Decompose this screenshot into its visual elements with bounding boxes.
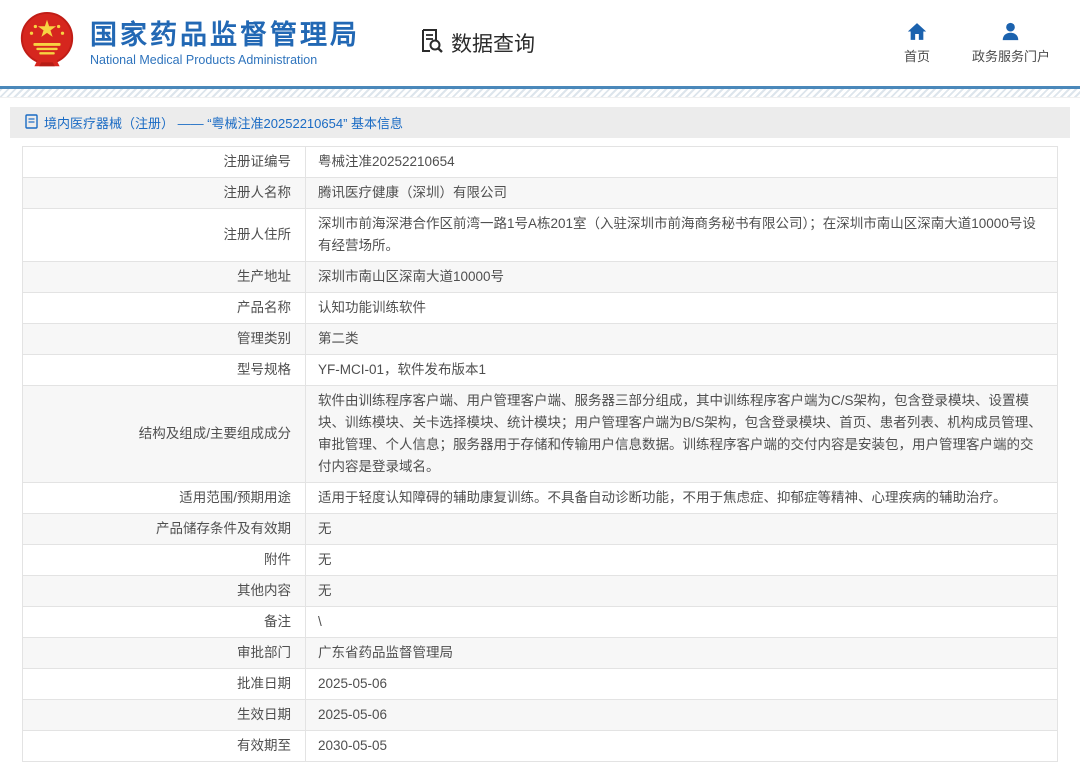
breadcrumb[interactable]: 境内医疗器械（注册） —— “粤械注准20252210654” 基本信息 [10, 107, 1070, 138]
nav-home-label: 首页 [904, 46, 930, 65]
field-label: 注册证编号 [23, 147, 306, 178]
field-value: 无 [306, 576, 1058, 607]
table-row: 附件无 [23, 545, 1058, 576]
field-value: YF-MCI-01，软件发布版本1 [306, 355, 1058, 386]
table-row: 批准日期2025-05-06 [23, 669, 1058, 700]
field-label: 批准日期 [23, 669, 306, 700]
brand-block: 国家药品监督管理局 National Medical Products Admi… [90, 20, 360, 67]
page-header: 国家药品监督管理局 National Medical Products Admi… [0, 0, 1080, 86]
document-icon [25, 114, 38, 132]
breadcrumb-text: 境内医疗器械（注册） —— “粤械注准20252210654” 基本信息 [44, 113, 403, 132]
field-label: 生效日期 [23, 700, 306, 731]
info-table-body: 注册证编号粤械注准20252210654注册人名称腾讯医疗健康（深圳）有限公司注… [23, 147, 1058, 762]
field-label: 其他内容 [23, 576, 306, 607]
table-row: 适用范围/预期用途适用于轻度认知障碍的辅助康复训练。不具备自动诊断功能，不用于焦… [23, 483, 1058, 514]
field-label: 产品名称 [23, 293, 306, 324]
table-row: 审批部门广东省药品监督管理局 [23, 638, 1058, 669]
field-value: 深圳市南山区深南大道10000号 [306, 262, 1058, 293]
national-emblem-logo [16, 10, 78, 77]
field-value: 第二类 [306, 324, 1058, 355]
table-row: 生效日期2025-05-06 [23, 700, 1058, 731]
field-label: 注册人名称 [23, 178, 306, 209]
table-row: 生产地址深圳市南山区深南大道10000号 [23, 262, 1058, 293]
table-row: 备注\ [23, 607, 1058, 638]
field-label: 附件 [23, 545, 306, 576]
field-value: 2030-05-05 [306, 731, 1058, 762]
data-query-title: 数据查询 [418, 27, 535, 60]
field-value: 2025-05-06 [306, 700, 1058, 731]
nav-gov-portal-label: 政务服务门户 [972, 46, 1050, 65]
field-label: 型号规格 [23, 355, 306, 386]
table-row: 注册人名称腾讯医疗健康（深圳）有限公司 [23, 178, 1058, 209]
table-row: 注册证编号粤械注准20252210654 [23, 147, 1058, 178]
table-row: 有效期至2030-05-05 [23, 731, 1058, 762]
field-value: 2025-05-06 [306, 669, 1058, 700]
site-subtitle: National Medical Products Administration [90, 53, 360, 67]
field-value: 无 [306, 514, 1058, 545]
field-value: 软件由训练程序客户端、用户管理客户端、服务器三部分组成，其中训练程序客户端为C/… [306, 386, 1058, 483]
search-document-icon [418, 27, 445, 60]
nav-home[interactable]: 首页 [904, 22, 930, 65]
home-icon [907, 22, 927, 41]
field-label: 结构及组成/主要组成成分 [23, 386, 306, 483]
field-label: 生产地址 [23, 262, 306, 293]
field-value: 粤械注准20252210654 [306, 147, 1058, 178]
nav-gov-portal[interactable]: 政务服务门户 [972, 22, 1050, 65]
registration-info-table: 注册证编号粤械注准20252210654注册人名称腾讯医疗健康（深圳）有限公司注… [22, 146, 1058, 762]
top-nav: 首页 政务服务门户 [904, 22, 1050, 65]
field-value: 无 [306, 545, 1058, 576]
user-icon [1001, 22, 1020, 41]
table-row: 其他内容无 [23, 576, 1058, 607]
field-label: 有效期至 [23, 731, 306, 762]
table-row: 产品名称认知功能训练软件 [23, 293, 1058, 324]
field-label: 审批部门 [23, 638, 306, 669]
field-label: 管理类别 [23, 324, 306, 355]
field-value: 广东省药品监督管理局 [306, 638, 1058, 669]
table-row: 结构及组成/主要组成成分软件由训练程序客户端、用户管理客户端、服务器三部分组成，… [23, 386, 1058, 483]
table-row: 型号规格YF-MCI-01，软件发布版本1 [23, 355, 1058, 386]
site-title: 国家药品监督管理局 [90, 20, 360, 50]
field-label: 适用范围/预期用途 [23, 483, 306, 514]
field-label: 备注 [23, 607, 306, 638]
data-query-label: 数据查询 [451, 28, 535, 58]
field-label: 注册人住所 [23, 209, 306, 262]
table-row: 注册人住所深圳市前海深港合作区前湾一路1号A栋201室（入驻深圳市前海商务秘书有… [23, 209, 1058, 262]
field-value: 腾讯医疗健康（深圳）有限公司 [306, 178, 1058, 209]
table-row: 管理类别第二类 [23, 324, 1058, 355]
hatch-stripe-band [0, 89, 1080, 98]
field-value: \ [306, 607, 1058, 638]
table-row: 产品储存条件及有效期无 [23, 514, 1058, 545]
field-value: 认知功能训练软件 [306, 293, 1058, 324]
field-value: 适用于轻度认知障碍的辅助康复训练。不具备自动诊断功能，不用于焦虑症、抑郁症等精神… [306, 483, 1058, 514]
field-value: 深圳市前海深港合作区前湾一路1号A栋201室（入驻深圳市前海商务秘书有限公司）；… [306, 209, 1058, 262]
field-label: 产品储存条件及有效期 [23, 514, 306, 545]
